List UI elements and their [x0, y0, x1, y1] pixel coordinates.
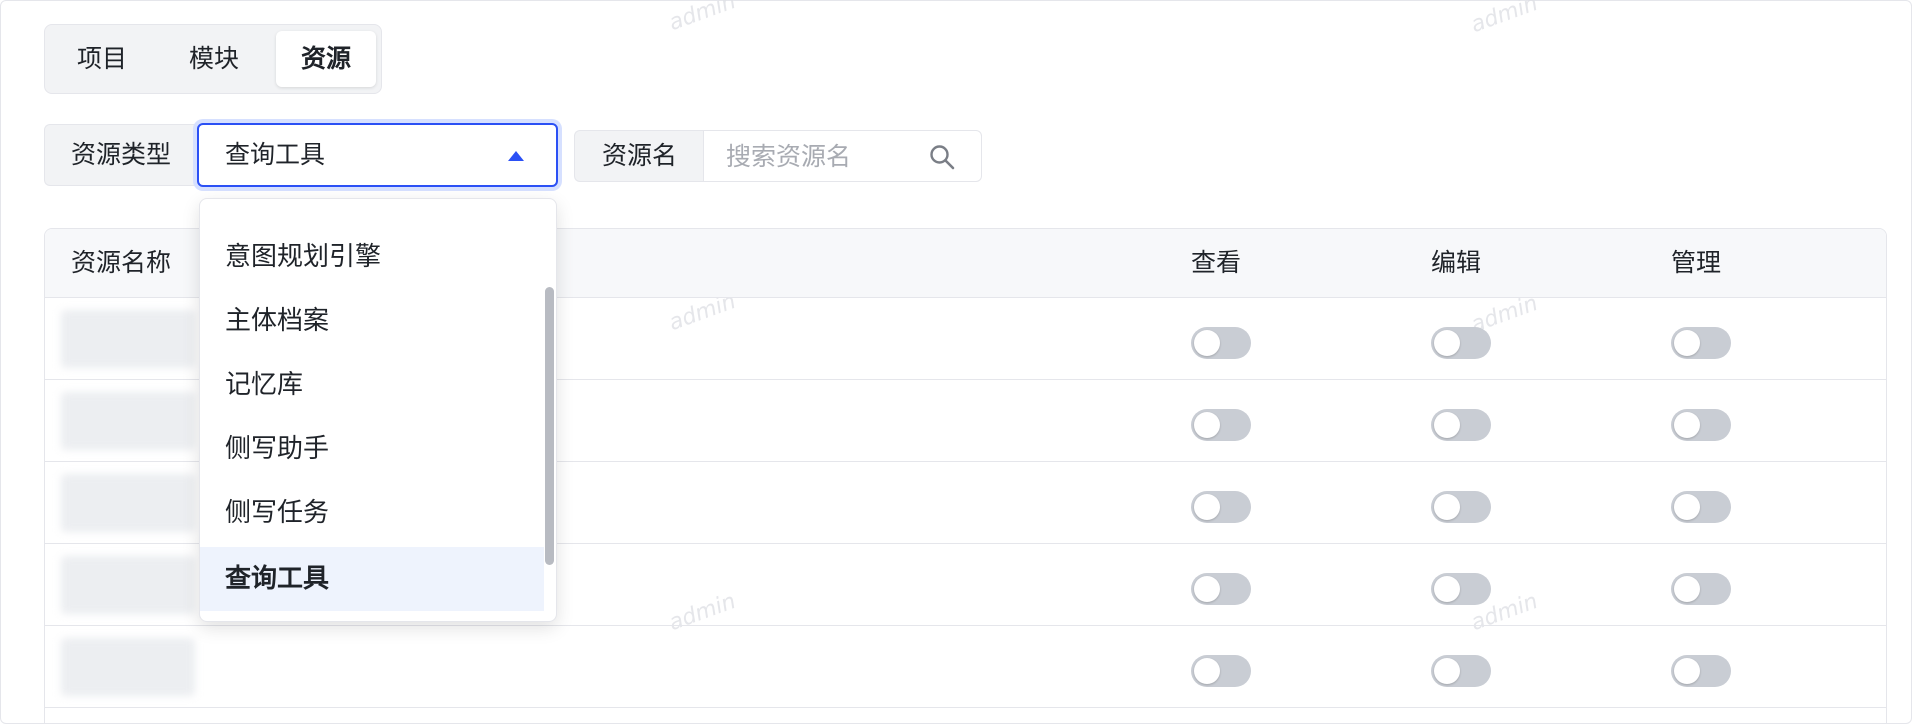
- dropdown-scrollbar[interactable]: [545, 287, 554, 565]
- resource-name-blurred: [61, 474, 195, 532]
- edit-toggle[interactable]: [1431, 409, 1491, 441]
- toggle-knob: [1434, 494, 1460, 520]
- view-toggle[interactable]: [1191, 409, 1251, 441]
- caret-up-icon[interactable]: [508, 151, 524, 161]
- dropdown-option[interactable]: 主体档案: [200, 289, 544, 353]
- dropdown-option[interactable]: 意图规划引擎: [200, 225, 544, 289]
- column-header-view: 查看: [1191, 248, 1242, 277]
- toggle-knob: [1194, 658, 1220, 684]
- column-header-edit: 编辑: [1431, 248, 1482, 277]
- tab-group: 项目 模块 资源: [44, 24, 382, 94]
- column-header-name: 资源名称: [71, 248, 172, 277]
- edit-toggle[interactable]: [1431, 491, 1491, 523]
- toggle-knob: [1434, 658, 1460, 684]
- toggle-knob: [1674, 412, 1700, 438]
- manage-toggle[interactable]: [1671, 573, 1731, 605]
- toggle-knob: [1674, 330, 1700, 356]
- toggle-knob: [1434, 412, 1460, 438]
- resource-name-blurred: [61, 638, 195, 696]
- toggle-knob: [1194, 412, 1220, 438]
- resource-type-value: 查询工具: [225, 140, 326, 169]
- toggle-knob: [1434, 576, 1460, 602]
- resource-name-label: 资源名: [574, 130, 704, 182]
- dropdown-option[interactable]: 侧写助手: [200, 417, 544, 481]
- search-icon[interactable]: [929, 144, 955, 170]
- manage-toggle[interactable]: [1671, 409, 1731, 441]
- view-toggle[interactable]: [1191, 327, 1251, 359]
- manage-toggle[interactable]: [1671, 327, 1731, 359]
- resource-name-blurred: [61, 392, 195, 450]
- dropdown-option[interactable]: 记忆库: [200, 353, 544, 417]
- resource-name-blurred: [61, 556, 195, 614]
- view-toggle[interactable]: [1191, 491, 1251, 523]
- edit-toggle[interactable]: [1431, 573, 1491, 605]
- manage-toggle[interactable]: [1671, 491, 1731, 523]
- resource-name-blurred: [61, 310, 195, 368]
- toggle-knob: [1674, 494, 1700, 520]
- toggle-knob: [1194, 494, 1220, 520]
- dropdown-option-selected[interactable]: 查询工具: [200, 547, 544, 611]
- view-toggle[interactable]: [1191, 655, 1251, 687]
- edit-toggle[interactable]: [1431, 655, 1491, 687]
- resource-name-search: [703, 130, 982, 182]
- toggle-knob: [1194, 576, 1220, 602]
- toggle-knob: [1194, 330, 1220, 356]
- resource-type-label: 资源类型: [44, 124, 198, 186]
- resource-name-input[interactable]: [726, 131, 926, 181]
- dropdown-option[interactable]: 侧写任务: [200, 481, 544, 545]
- view-toggle[interactable]: [1191, 573, 1251, 605]
- table-row: [45, 626, 1886, 708]
- manage-toggle[interactable]: [1671, 655, 1731, 687]
- tab-module[interactable]: 模块: [169, 31, 259, 87]
- resource-type-select[interactable]: 查询工具: [197, 123, 558, 187]
- tab-resource[interactable]: 资源: [276, 31, 376, 87]
- toggle-knob: [1674, 576, 1700, 602]
- edit-toggle[interactable]: [1431, 327, 1491, 359]
- toggle-knob: [1674, 658, 1700, 684]
- column-header-manage: 管理: [1671, 248, 1722, 277]
- tab-project[interactable]: 项目: [57, 31, 147, 87]
- toggle-knob: [1434, 330, 1460, 356]
- resource-type-dropdown: 意图规划引擎 主体档案 记忆库 侧写助手 侧写任务 查询工具: [199, 198, 557, 622]
